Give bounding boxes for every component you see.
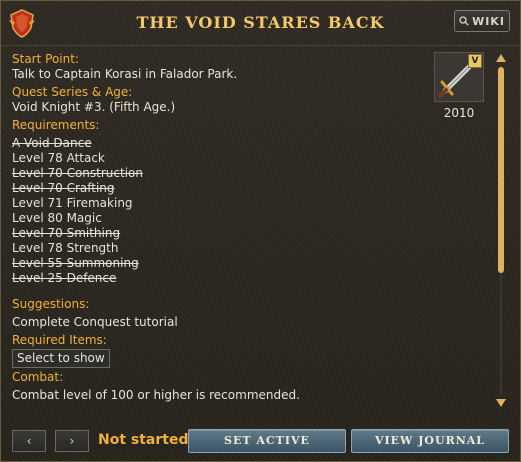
tier-badge: V bbox=[468, 54, 482, 68]
combat-value: Combat level of 100 or higher is recomme… bbox=[12, 388, 300, 402]
quest-details: Start Point: Talk to Captain Korasi in F… bbox=[12, 52, 432, 403]
quest-title: THE VOID STARES BACK bbox=[136, 13, 385, 32]
set-active-button[interactable]: SET ACTIVE bbox=[188, 429, 346, 453]
release-badge: V bbox=[434, 52, 484, 102]
requirement-item: Level 71 Firemaking bbox=[12, 196, 133, 210]
requirements-label: Requirements: bbox=[12, 118, 100, 132]
series-value: Void Knight #3. (Fifth Age.) bbox=[12, 100, 176, 114]
next-quest-button[interactable]: › bbox=[55, 430, 89, 452]
quest-window: THE VOID STARES BACK WIKI Start Point: T… bbox=[0, 0, 521, 462]
quest-status: Not started bbox=[98, 432, 189, 448]
required-items-label: Required Items: bbox=[12, 333, 107, 347]
combat-label: Combat: bbox=[12, 370, 64, 384]
requirement-item: Level 78 Strength bbox=[12, 241, 119, 255]
requirement-item: Level 70 Construction bbox=[12, 166, 143, 180]
requirement-item: Level 25 Defence bbox=[12, 271, 117, 285]
requirement-item: Level 70 Crafting bbox=[12, 181, 115, 195]
start-point-value: Talk to Captain Korasi in Falador Park. bbox=[12, 67, 238, 81]
scroll-up-arrow-icon[interactable] bbox=[495, 53, 507, 63]
release-year: 2010 bbox=[443, 106, 475, 120]
scroll-down-arrow-icon[interactable] bbox=[495, 398, 507, 408]
series-label: Quest Series & Age: bbox=[12, 85, 133, 99]
prev-quest-button[interactable]: ‹ bbox=[12, 430, 46, 452]
requirement-item: Level 70 Smithing bbox=[12, 226, 121, 240]
wiki-label: WIKI bbox=[472, 14, 505, 28]
search-icon bbox=[459, 16, 469, 26]
wiki-button[interactable]: WIKI bbox=[454, 10, 510, 32]
requirement-item: Level 55 Summoning bbox=[12, 256, 139, 270]
requirements-list: A Void Dance Level 78 Attack Level 70 Co… bbox=[12, 136, 432, 286]
suggestions-value: Complete Conquest tutorial bbox=[12, 315, 178, 329]
requirement-item: Level 78 Attack bbox=[12, 151, 105, 165]
start-point-label: Start Point: bbox=[12, 52, 79, 66]
select-to-show-button[interactable]: Select to show bbox=[12, 349, 110, 368]
suggestions-label: Suggestions: bbox=[12, 297, 90, 311]
requirement-item: Level 80 Magic bbox=[12, 211, 102, 225]
requirement-item: A Void Dance bbox=[12, 136, 92, 150]
title-bar: THE VOID STARES BACK WIKI bbox=[1, 1, 520, 46]
view-journal-button[interactable]: VIEW JOURNAL bbox=[351, 429, 509, 453]
scrollbar-thumb[interactable] bbox=[498, 67, 504, 273]
